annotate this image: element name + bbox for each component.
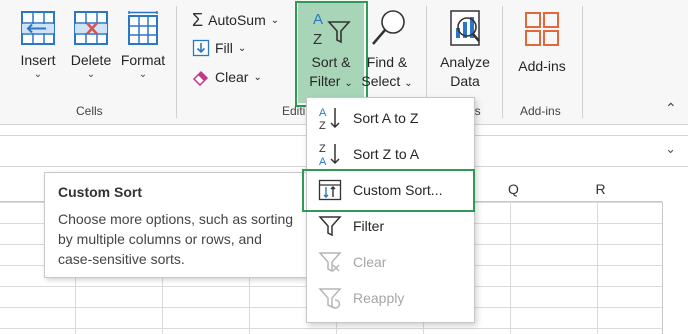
collapse-ribbon-icon[interactable]: ⌃: [665, 100, 677, 117]
chevron-down-icon: ⌄: [270, 14, 280, 26]
add-ins-grid-icon: [525, 12, 559, 46]
menu-item-label: Reapply: [353, 290, 405, 306]
menu-item-label: Filter: [353, 218, 385, 234]
insert-label: Insert: [20, 52, 56, 68]
svg-text:Z: Z: [319, 143, 326, 155]
custom-sort-highlight: [302, 169, 475, 212]
fill-button[interactable]: Fill ⌄: [192, 37, 246, 59]
chevron-down-icon: ⌄: [237, 42, 247, 54]
add-ins-group-label: Add-ins: [520, 104, 561, 118]
svg-text:Z: Z: [319, 120, 326, 131]
tooltip-body: Choose more options, such as sorting by …: [58, 211, 294, 267]
reapply-filter-icon: [318, 288, 342, 309]
cells-group-label: Cells: [76, 104, 103, 118]
menu-item-clear: Clear: [307, 244, 474, 280]
column-header-q[interactable]: Q: [470, 176, 557, 202]
fill-down-icon: [192, 39, 210, 57]
tooltip-title: Custom Sort: [58, 184, 142, 200]
delete-label: Delete: [70, 52, 112, 68]
svg-text:A: A: [319, 107, 327, 119]
group-divider: [582, 6, 583, 118]
menu-item-filter[interactable]: Filter: [307, 208, 474, 244]
sort-a-to-z-icon: A Z: [319, 107, 340, 131]
fill-label: Fill: [215, 40, 233, 56]
group-divider: [502, 6, 503, 118]
editing-group-label: Editi: [282, 104, 306, 118]
clear-filter-icon: [318, 252, 342, 273]
analyze-label-line2: Data: [450, 73, 480, 89]
filter-funnel-icon: [318, 216, 342, 237]
eraser-icon: [192, 70, 209, 86]
column-header-r[interactable]: R: [557, 176, 644, 202]
sigma-icon: Σ: [192, 9, 204, 30]
expand-formula-bar-icon[interactable]: ⌄: [665, 141, 676, 157]
clear-label: Clear: [215, 69, 249, 85]
analyze-data-button[interactable]: Analyze Data: [434, 8, 496, 91]
menu-item-sort-z-to-a[interactable]: Z A Sort Z to A: [307, 136, 474, 172]
clear-button[interactable]: Clear ⌄: [192, 66, 262, 88]
sort-filter-highlight: [295, 1, 368, 107]
format-label: Format: [120, 52, 166, 68]
delete-button[interactable]: Delete ⌄: [66, 10, 116, 80]
group-divider: [176, 6, 177, 118]
menu-item-sort-a-to-z[interactable]: A Z Sort A to Z: [307, 100, 474, 136]
insert-cells-icon: [21, 11, 55, 45]
autosum-button[interactable]: Σ AutoSum ⌄: [192, 9, 279, 31]
format-cells-icon: [128, 11, 158, 45]
add-ins-button[interactable]: Add-ins: [510, 10, 574, 76]
analyze-label-line1: Analyze: [440, 54, 490, 70]
custom-sort-tooltip: Custom Sort Choose more options, such as…: [44, 172, 312, 278]
insert-button[interactable]: Insert ⌄: [14, 10, 62, 80]
find-select-button[interactable]: Find & Select ⌄: [360, 8, 414, 93]
add-ins-label: Add-ins: [518, 58, 566, 74]
find-select-label-line2: Select ⌄: [361, 73, 413, 89]
svg-text:A: A: [319, 156, 327, 167]
menu-item-label: Sort Z to A: [353, 146, 420, 162]
autosum-label: AutoSum: [208, 12, 266, 28]
delete-cells-icon: [74, 11, 108, 45]
chevron-down-icon: ⌄: [33, 69, 43, 80]
chevron-down-icon: ⌄: [138, 69, 148, 80]
chevron-down-icon: ⌄: [86, 69, 96, 80]
find-select-label-line1: Find &: [366, 54, 408, 70]
menu-item-label: Sort A to Z: [353, 110, 419, 126]
chevron-down-icon: ⌄: [253, 71, 262, 83]
analyze-data-icon: [450, 10, 480, 46]
menu-item-reapply: Reapply: [307, 280, 474, 316]
sort-z-to-a-icon: Z A: [319, 143, 340, 167]
magnifier-icon: [372, 10, 405, 45]
menu-item-label: Clear: [353, 254, 387, 270]
format-button[interactable]: Format ⌄: [118, 10, 168, 80]
